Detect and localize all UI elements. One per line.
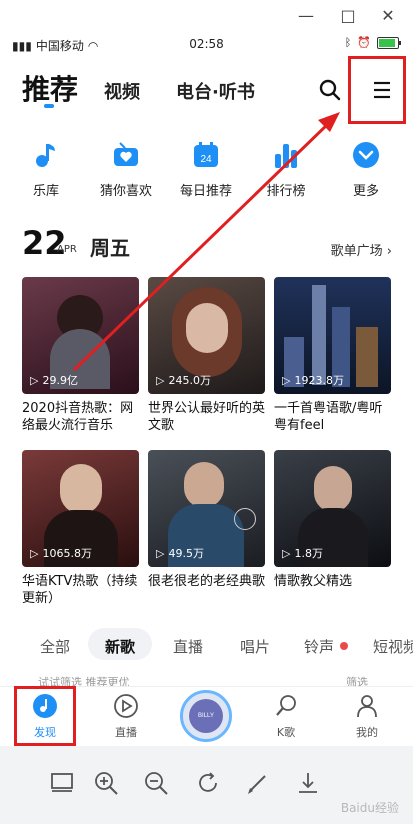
category-tab-short-video[interactable]: 短视频 xyxy=(373,636,413,657)
quick-entry-label: 猜你喜欢 xyxy=(99,184,152,199)
nav-ksong[interactable]: K歌 xyxy=(256,693,316,740)
nav-ksong-label: K歌 xyxy=(276,726,296,739)
calendar-icon: 24 xyxy=(194,142,218,167)
play-count-text: 245.0万 xyxy=(168,374,211,387)
quick-entry-label: 排行榜 xyxy=(266,184,306,199)
playlist-square-link[interactable]: 歌单广场 › xyxy=(331,240,392,259)
nav-mine-label: 我的 xyxy=(356,726,378,739)
quick-entry-more[interactable]: 更多 xyxy=(331,140,401,199)
rotate-icon[interactable] xyxy=(195,770,221,796)
alarm-icon: ⏰ xyxy=(357,36,371,49)
play-count: ▷ 1923.8万 xyxy=(282,373,344,388)
search-icon[interactable] xyxy=(318,78,342,102)
play-count: ▷ 1.8万 xyxy=(282,546,323,561)
play-count-text: 1065.8万 xyxy=(42,547,92,560)
play-count: ▷ 49.5万 xyxy=(156,546,204,561)
playlist-title: 一千首粤语歌/粤听粤有feel xyxy=(274,401,383,433)
play-count-text: 29.9亿 xyxy=(42,374,78,387)
category-tab-all[interactable]: 全部 xyxy=(40,636,70,657)
edit-pen-icon[interactable] xyxy=(245,770,271,796)
playlist-cover: ▷ 1065.8万 xyxy=(22,450,139,567)
close-button[interactable]: ✕ xyxy=(378,6,398,26)
playlist-card[interactable]: ▷ 1923.8万 一千首粤语歌/粤听粤有feel xyxy=(274,277,391,434)
maximize-button[interactable]: □ xyxy=(338,6,358,26)
tab-video[interactable]: 视频 xyxy=(104,78,140,104)
quick-entry-ranking[interactable]: 排行榜 xyxy=(251,140,321,199)
microphone-icon xyxy=(276,695,296,716)
window-title-bar: — □ ✕ xyxy=(0,0,413,32)
chevron-down-icon xyxy=(353,142,379,168)
zoom-out-icon[interactable] xyxy=(143,770,169,796)
playlist-card[interactable]: ▷ 1065.8万 华语KTV热歌（持续更新） xyxy=(22,450,139,607)
category-tabs: 全部 新歌 直播 唱片 铃声 短视频 xyxy=(0,628,413,664)
menu-highlight-box xyxy=(348,56,406,124)
nav-live[interactable]: 直播 xyxy=(96,693,156,740)
playlist-title: 华语KTV热歌（持续更新） xyxy=(22,574,138,606)
playlist-title: 2020抖音热歌：网络最火流行音乐 xyxy=(22,401,134,433)
nav-mine[interactable]: 我的 xyxy=(337,693,397,740)
date-header: 22 APR 周五 歌单广场 › xyxy=(22,224,392,264)
profile-icon xyxy=(357,695,377,718)
now-playing-disc[interactable]: BILLY MUMS xyxy=(180,690,232,742)
category-tab-live[interactable]: 直播 xyxy=(173,636,203,657)
fit-window-icon[interactable] xyxy=(49,770,75,796)
playlist-card[interactable]: ▷ 1.8万 情歌教父精选 xyxy=(274,450,391,590)
status-bar: ▮▮▮ 中国移动 ◠ 02:58 ᛒ ⏰ xyxy=(0,32,413,58)
tab-recommend[interactable]: 推荐 xyxy=(22,68,78,108)
playlist-card[interactable]: ▷ 245.0万 世界公认最好听的英文歌 xyxy=(148,277,265,434)
play-count-text: 1923.8万 xyxy=(294,374,344,387)
category-tab-new[interactable]: 新歌 xyxy=(105,636,135,657)
quick-entries: 乐库 猜你喜欢 24 每日推荐 排行榜 更多 xyxy=(0,140,413,210)
quick-entry-guess[interactable]: 猜你喜欢 xyxy=(91,140,161,199)
playlist-cover: ▷ 29.9亿 xyxy=(22,277,139,394)
ranking-bars-icon xyxy=(275,144,297,168)
playlist-cover: ▷ 1923.8万 xyxy=(274,277,391,394)
playlist-card[interactable]: ▷ 29.9亿 2020抖音热歌：网络最火流行音乐 xyxy=(22,277,139,434)
quick-entry-library[interactable]: 乐库 xyxy=(11,140,81,199)
date-weekday: 周五 xyxy=(90,236,130,260)
tab-radio[interactable]: 电台·听书 xyxy=(176,78,255,104)
radio-heart-icon xyxy=(114,142,138,166)
quick-entry-label: 更多 xyxy=(352,184,379,199)
quick-entry-label: 乐库 xyxy=(32,184,59,199)
play-count-text: 49.5万 xyxy=(168,547,204,560)
date-month: APR xyxy=(57,244,77,255)
battery-icon xyxy=(377,36,401,49)
playlist-cover: ▷ 49.5万 xyxy=(148,450,265,567)
quick-entry-label: 每日推荐 xyxy=(179,184,232,199)
music-note-icon xyxy=(36,144,55,167)
playlist-title: 情歌教父精选 xyxy=(274,574,353,589)
live-play-icon xyxy=(114,694,138,718)
category-tab-ringtone[interactable]: 铃声 xyxy=(304,636,334,657)
viewer-toolbar: Baidu经验 xyxy=(0,746,413,824)
bluetooth-icon: ᛒ xyxy=(344,36,352,49)
playlist-title: 很老很老的老经典歌 xyxy=(148,574,266,589)
playlist-cover: ▷ 245.0万 xyxy=(148,277,265,394)
watermark: Baidu经验 xyxy=(340,801,399,815)
notification-dot xyxy=(340,642,348,650)
category-tab-album[interactable]: 唱片 xyxy=(240,636,270,657)
active-tab-indicator xyxy=(44,104,54,108)
nav-live-label: 直播 xyxy=(115,726,137,739)
zoom-in-icon[interactable] xyxy=(93,770,119,796)
minimize-button[interactable]: — xyxy=(296,6,316,26)
quick-entry-daily[interactable]: 24 每日推荐 xyxy=(171,140,241,199)
play-count: ▷ 245.0万 xyxy=(156,373,211,388)
playlist-square-label: 歌单广场 xyxy=(330,244,383,259)
playlist-title: 世界公认最好听的英文歌 xyxy=(148,401,266,433)
date-day-number: 22 xyxy=(22,224,67,262)
play-count-text: 1.8万 xyxy=(294,547,323,560)
calendar-badge: 24 xyxy=(200,154,212,165)
playlist-cover: ▷ 1.8万 xyxy=(274,450,391,567)
discover-highlight-box xyxy=(14,686,76,746)
playlist-card[interactable]: ▷ 49.5万 很老很老的老经典歌 xyxy=(148,450,265,590)
album-art: BILLY MUMS xyxy=(189,699,223,733)
download-icon[interactable] xyxy=(295,770,321,796)
play-count: ▷ 1065.8万 xyxy=(30,546,92,561)
play-count: ▷ 29.9亿 xyxy=(30,373,78,388)
